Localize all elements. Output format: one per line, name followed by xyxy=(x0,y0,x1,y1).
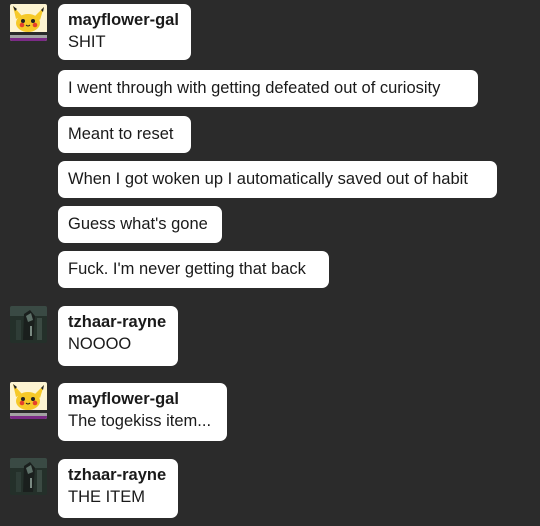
sender-name[interactable]: tzhaar-rayne xyxy=(68,464,168,486)
sender-name[interactable]: mayflower-gal xyxy=(68,388,217,410)
dark-character-avatar-icon[interactable] xyxy=(10,458,47,495)
message-bubble[interactable]: Guess what's gone xyxy=(58,206,222,243)
sender-name[interactable]: mayflower-gal xyxy=(68,9,181,31)
message-text: Fuck. I'm never getting that back xyxy=(68,260,306,278)
pikachu-avatar-icon[interactable] xyxy=(10,382,47,419)
message-text: THE ITEM xyxy=(68,488,145,506)
message-text: Guess what's gone xyxy=(68,215,208,233)
sender-name[interactable]: tzhaar-rayne xyxy=(68,311,168,333)
message-text: The togekiss item... xyxy=(68,412,212,430)
message-text: NOOOO xyxy=(68,335,132,353)
message-bubble[interactable]: Meant to reset xyxy=(58,116,191,153)
message-text: SHIT xyxy=(68,33,106,51)
message-bubble[interactable]: mayflower-gal SHIT xyxy=(58,4,191,60)
message-bubble[interactable]: When I got woken up I automatically save… xyxy=(58,161,497,198)
message-text: Meant to reset xyxy=(68,125,174,143)
message-bubble[interactable]: tzhaar-rayne THE ITEM xyxy=(58,459,178,518)
message-bubble[interactable]: I went through with getting defeated out… xyxy=(58,70,478,107)
message-bubble[interactable]: Fuck. I'm never getting that back xyxy=(58,251,329,288)
message-bubble[interactable]: tzhaar-rayne NOOOO xyxy=(58,306,178,366)
dark-character-avatar-icon[interactable] xyxy=(10,306,47,343)
pikachu-avatar-icon[interactable] xyxy=(10,4,47,41)
message-text: I went through with getting defeated out… xyxy=(68,79,441,97)
message-bubble[interactable]: mayflower-gal The togekiss item... xyxy=(58,383,227,441)
message-text: When I got woken up I automatically save… xyxy=(68,170,468,188)
